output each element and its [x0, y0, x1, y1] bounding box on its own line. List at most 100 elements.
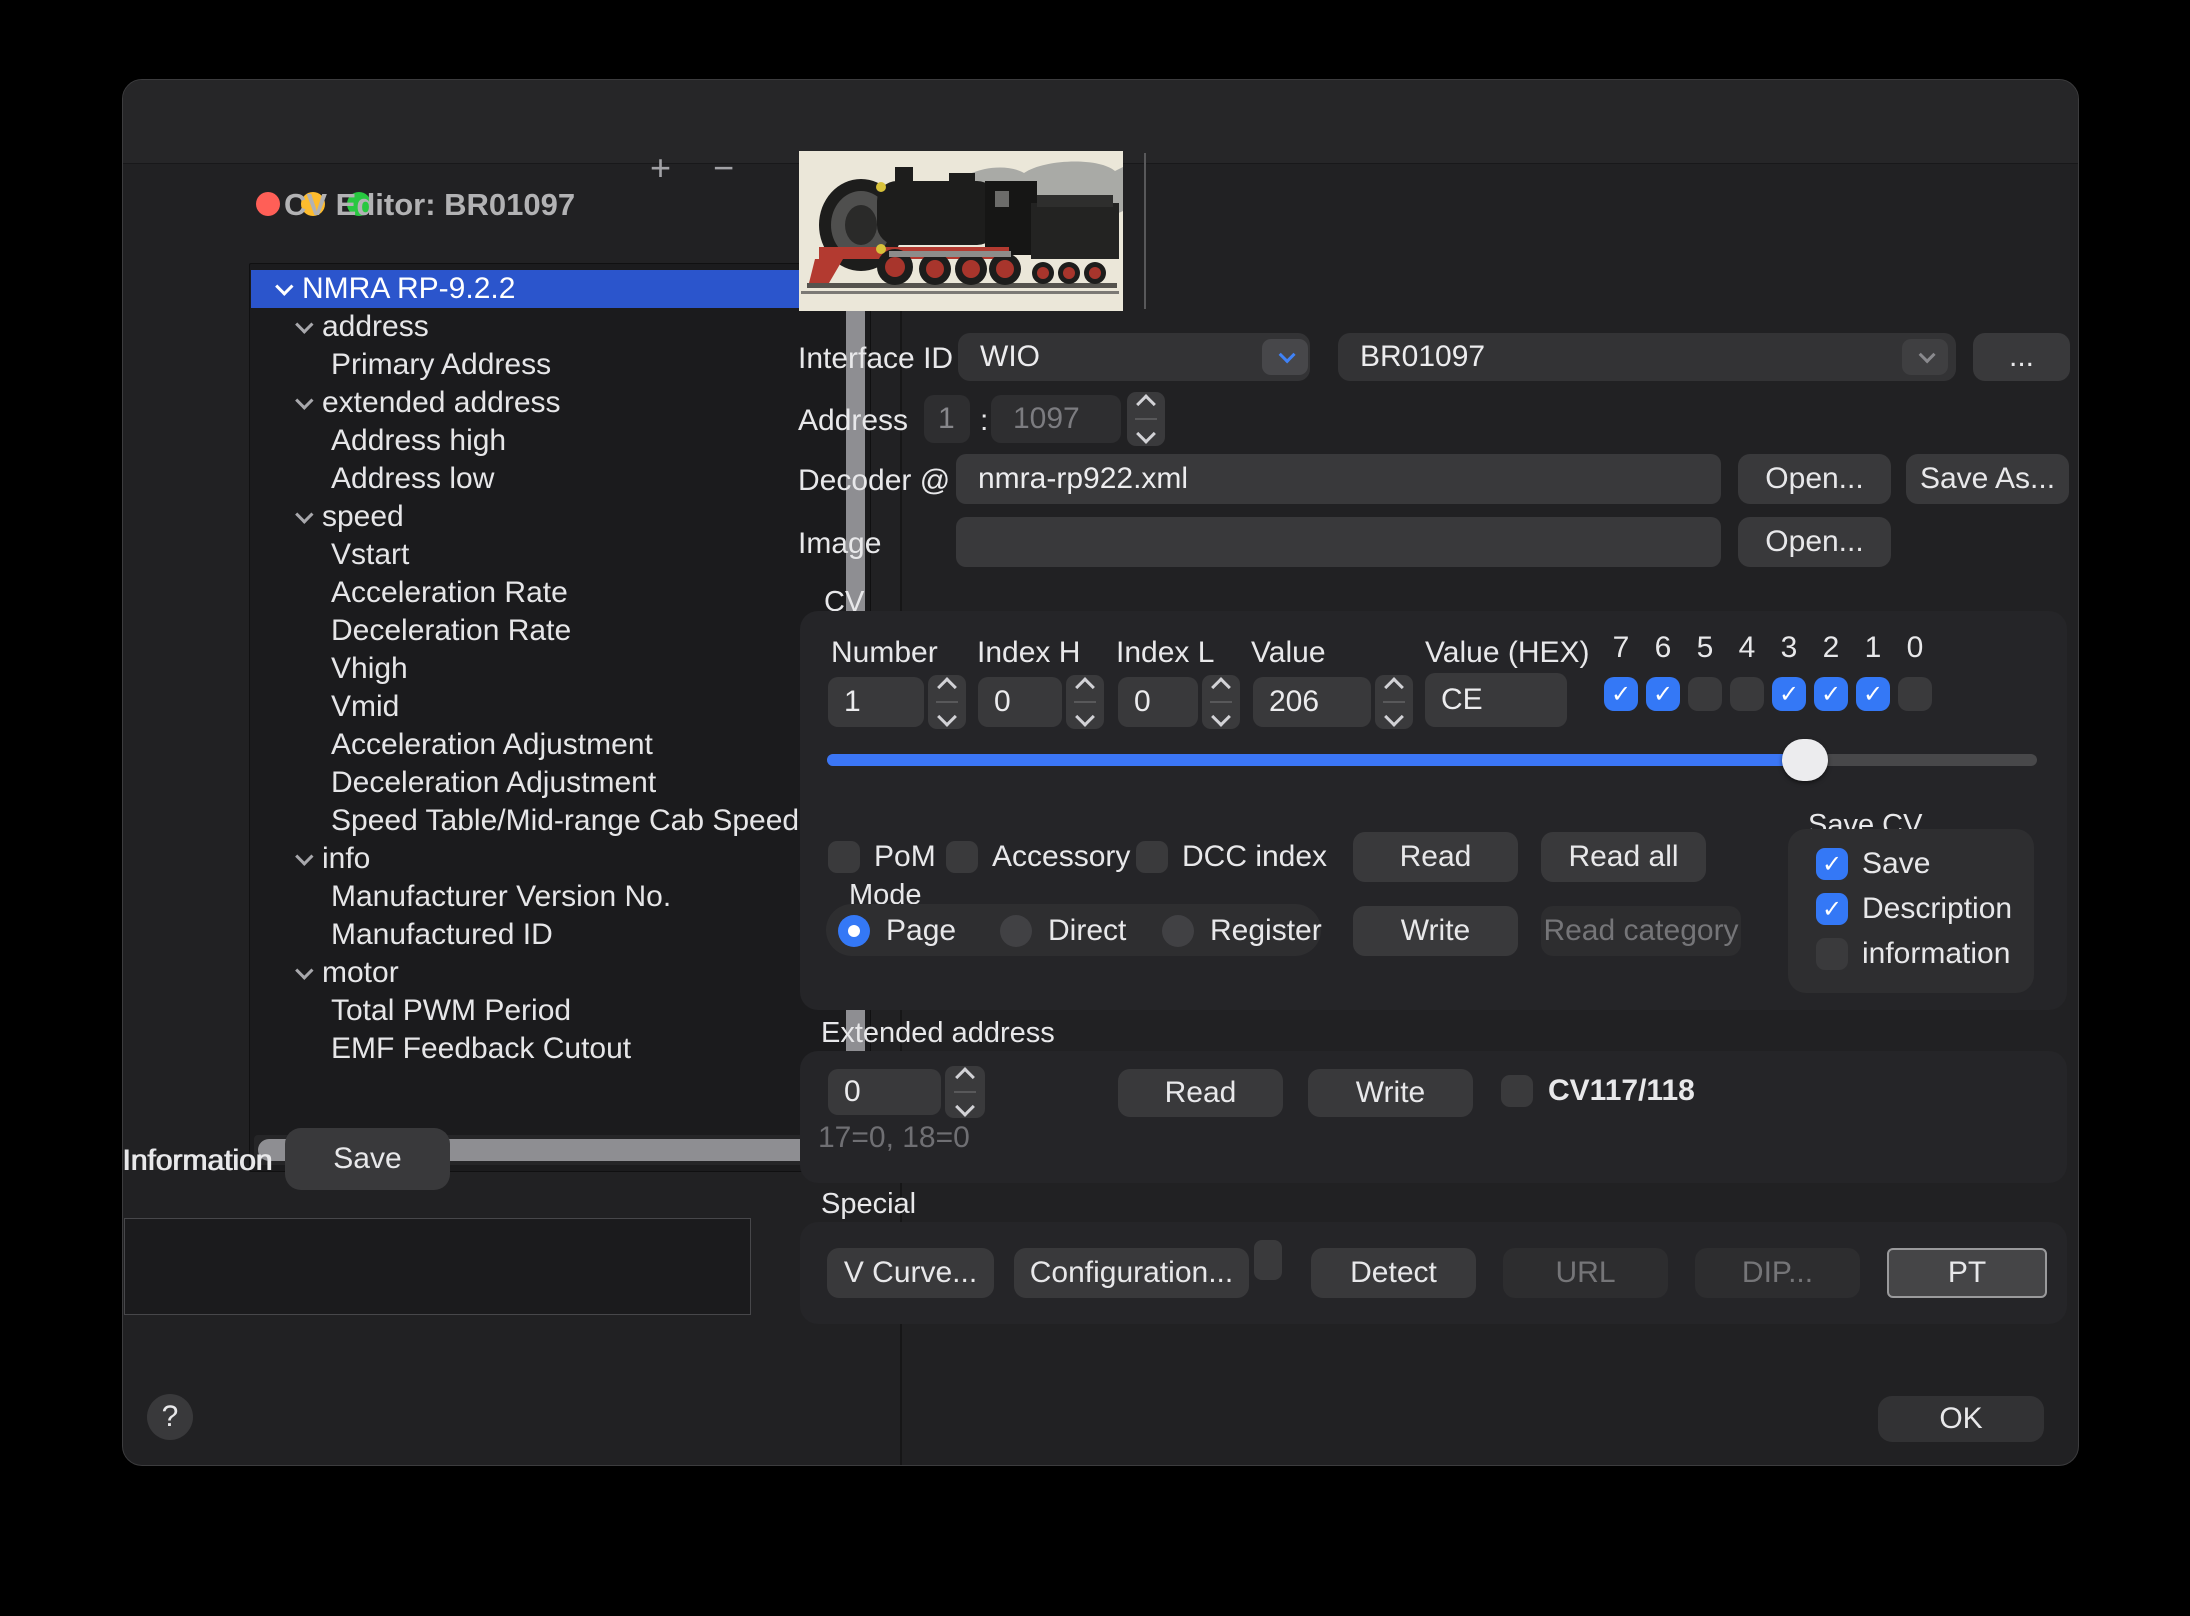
cv-indexl-stepper[interactable] [1202, 675, 1240, 729]
cv-read-all-button[interactable]: Read all [1541, 832, 1706, 882]
tree-item-deceleration-rate[interactable]: Deceleration Rate [251, 612, 843, 650]
tree-item-info[interactable]: info [251, 840, 843, 878]
dcc-index-option[interactable]: DCC index [1136, 840, 1327, 874]
chevron-down-icon[interactable] [275, 277, 293, 295]
tree-item-deceleration-adjustment[interactable]: Deceleration Adjustment [251, 764, 843, 802]
tree-item-emf-feedback-cutout[interactable]: EMF Feedback Cutout [251, 1030, 843, 1068]
close-window-button[interactable] [256, 192, 280, 216]
add-button[interactable]: + [650, 150, 671, 186]
configuration-button[interactable]: Configuration... [1014, 1248, 1249, 1298]
bit-checkbox-5[interactable] [1688, 677, 1722, 711]
cv-read-button[interactable]: Read [1353, 832, 1518, 882]
cv-indexh-stepper[interactable] [1066, 675, 1104, 729]
chevron-down-icon[interactable] [295, 505, 313, 523]
tree-item-primary-address[interactable]: Primary Address [251, 346, 843, 384]
dcc-index-checkbox[interactable] [1136, 841, 1168, 873]
cv-read-category-button[interactable]: Read category [1541, 906, 1741, 956]
cv-hex-field[interactable]: CE [1425, 673, 1567, 727]
information-save-button[interactable]: Save [285, 1128, 450, 1190]
bit-checkbox-4[interactable] [1730, 677, 1764, 711]
tree-item-address-high[interactable]: Address high [251, 422, 843, 460]
interface-id-dropdown[interactable]: WIO [958, 333, 1310, 381]
tree-item-acceleration-adjustment[interactable]: Acceleration Adjustment [251, 726, 843, 764]
configuration-checkbox[interactable] [1254, 1240, 1282, 1280]
ok-button[interactable]: OK [1878, 1396, 2044, 1442]
bit-checkbox-1[interactable]: ✓ [1856, 677, 1890, 711]
accessory-checkbox[interactable] [946, 841, 978, 873]
save-cv-option-save[interactable]: ✓Save [1816, 847, 2012, 881]
interface-id-dropdown-button[interactable] [1262, 339, 1308, 375]
bit-checkbox-2[interactable]: ✓ [1814, 677, 1848, 711]
radio-direct[interactable] [1000, 915, 1032, 947]
bit-checkbox-3[interactable]: ✓ [1772, 677, 1806, 711]
extended-address-stepper[interactable] [945, 1066, 985, 1118]
mode-option-page[interactable]: Page [838, 914, 1000, 948]
decoder-open-button[interactable]: Open... [1738, 454, 1891, 504]
cv-indexh-field[interactable]: 0 [978, 677, 1062, 727]
save-cv-option-information[interactable]: information [1816, 937, 2012, 971]
bit-checkbox-0[interactable] [1898, 677, 1932, 711]
tree-item-address-low[interactable]: Address low [251, 460, 843, 498]
radio-register[interactable] [1162, 915, 1194, 947]
cv-value-stepper[interactable] [1375, 675, 1413, 729]
v-curve-button[interactable]: V Curve... [827, 1248, 994, 1298]
tree-item-acceleration-rate[interactable]: Acceleration Rate [251, 574, 843, 612]
cv117-checkbox[interactable] [1501, 1075, 1533, 1107]
image-path-field[interactable] [956, 517, 1721, 567]
save-cv-option-description[interactable]: ✓Description [1816, 892, 2012, 926]
tree-item-address[interactable]: address [251, 308, 843, 346]
pom-option[interactable]: PoM [828, 840, 936, 874]
bit-checkbox-7[interactable]: ✓ [1604, 677, 1638, 711]
detect-button[interactable]: Detect [1311, 1248, 1476, 1298]
url-button[interactable]: URL [1503, 1248, 1668, 1298]
tree-item-total-pwm-period[interactable]: Total PWM Period [251, 992, 843, 1030]
chevron-down-icon[interactable] [295, 847, 313, 865]
cv-indexl-field[interactable]: 0 [1118, 677, 1198, 727]
tree-item-vhigh[interactable]: Vhigh [251, 650, 843, 688]
cv-number-field[interactable]: 1 [828, 677, 924, 727]
cv117-option[interactable]: CV117/118 [1501, 1074, 1695, 1108]
chevron-down-icon[interactable] [295, 315, 313, 333]
cv-write-button[interactable]: Write [1353, 906, 1518, 956]
tree-item-nmra-rp-9-2-2[interactable]: NMRA RP-9.2.2 [251, 270, 843, 308]
remove-button[interactable]: − [713, 150, 734, 186]
tree-item-extended-address[interactable]: extended address [251, 384, 843, 422]
extended-address-field[interactable]: 0 [828, 1069, 941, 1115]
slider-thumb[interactable] [1782, 739, 1828, 781]
pom-checkbox[interactable] [828, 841, 860, 873]
image-open-button[interactable]: Open... [1738, 517, 1891, 567]
extended-read-button[interactable]: Read [1118, 1069, 1283, 1117]
cv-number-stepper[interactable] [928, 675, 966, 729]
information-checkbox[interactable] [1816, 938, 1848, 970]
tree-item-vstart[interactable]: Vstart [251, 536, 843, 574]
dip-button[interactable]: DIP... [1695, 1248, 1860, 1298]
pt-button[interactable]: PT [1887, 1248, 2047, 1298]
loco-dropdown[interactable]: BR01097 [1338, 333, 1956, 381]
bit-checkbox-6[interactable]: ✓ [1646, 677, 1680, 711]
accessory-option[interactable]: Accessory [946, 840, 1130, 874]
tree-item-speed[interactable]: speed [251, 498, 843, 536]
tree-item-manufacturer-version-no-[interactable]: Manufacturer Version No. [251, 878, 843, 916]
chevron-down-icon[interactable] [295, 391, 313, 409]
mode-option-register[interactable]: Register [1162, 914, 1324, 948]
cv-value-slider-track[interactable] [827, 754, 2037, 766]
cv-value-field[interactable]: 206 [1253, 677, 1371, 727]
tree-item-vmid[interactable]: Vmid [251, 688, 843, 726]
more-button[interactable]: ... [1973, 333, 2070, 381]
decoder-saveas-button[interactable]: Save As... [1906, 454, 2069, 504]
information-textarea[interactable] [124, 1218, 751, 1315]
help-button[interactable]: ? [147, 1394, 193, 1440]
tree-item-speed-table-mid-range-cab-speed-step[interactable]: Speed Table/Mid-range Cab Speed Step [251, 802, 843, 840]
decoder-path-field[interactable]: nmra-rp922.xml [956, 454, 1721, 504]
mode-option-direct[interactable]: Direct [1000, 914, 1162, 948]
chevron-down-icon[interactable] [295, 961, 313, 979]
description-checkbox[interactable]: ✓ [1816, 893, 1848, 925]
loco-dropdown-button[interactable] [1902, 339, 1948, 375]
save-checkbox[interactable]: ✓ [1816, 848, 1848, 880]
address-stepper[interactable] [1127, 392, 1165, 446]
extended-write-button[interactable]: Write [1308, 1069, 1473, 1117]
tree-item-manufactured-id[interactable]: Manufactured ID [251, 916, 843, 954]
address-value-field[interactable]: 1097 [991, 395, 1121, 443]
tree-item-motor[interactable]: motor [251, 954, 843, 992]
address-index-field[interactable]: 1 [924, 395, 970, 443]
